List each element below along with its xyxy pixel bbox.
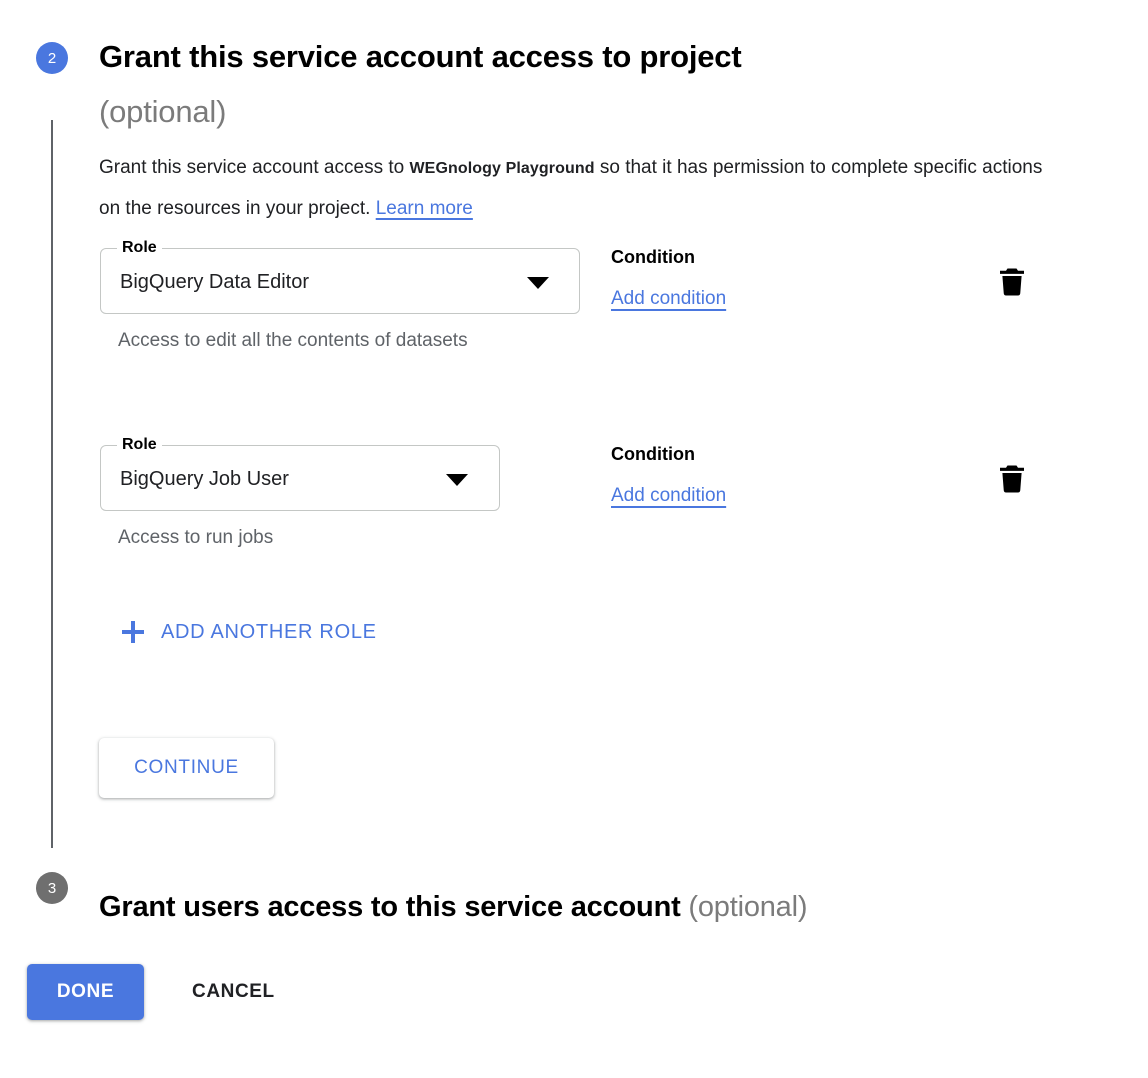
cancel-button[interactable]: CANCEL [175, 964, 292, 1020]
role-field-legend: Role [117, 238, 162, 258]
step-2-title: Grant this service account access to pro… [99, 29, 979, 139]
condition-label: Condition [611, 247, 695, 267]
plus-icon [122, 621, 144, 643]
project-name: WEGnology Playground [409, 160, 595, 177]
role-select-0[interactable]: Role BigQuery Data Editor [100, 238, 580, 314]
condition-column: Condition Add condition [611, 441, 726, 508]
description-text-before: Grant this service account access to [99, 157, 405, 178]
step-3-title-text: Grant users access to this service accou… [99, 891, 681, 924]
learn-more-link[interactable]: Learn more [376, 198, 473, 219]
role-selected-value: BigQuery Data Editor [120, 271, 309, 293]
step-3-badge: 3 [36, 872, 68, 904]
step-2-badge: 2 [36, 42, 68, 74]
role-select-1[interactable]: Role BigQuery Job User [100, 435, 500, 511]
trash-icon [1000, 465, 1024, 493]
role-help-text: Access to edit all the contents of datas… [118, 330, 468, 351]
done-button[interactable]: DONE [27, 964, 144, 1020]
chevron-down-icon [446, 474, 468, 486]
delete-role-button[interactable] [994, 461, 1030, 497]
add-condition-link[interactable]: Add condition [611, 287, 726, 311]
trash-icon [1000, 268, 1024, 296]
role-field-legend: Role [117, 435, 162, 455]
role-selected-value: BigQuery Job User [120, 468, 289, 490]
step-2-title-text: Grant this service account access to pro… [99, 38, 742, 74]
step-3-optional-label: (optional) [688, 891, 808, 924]
step-connector-line [51, 120, 53, 848]
step-2-description: Grant this service account access to WEG… [99, 148, 1047, 229]
delete-role-button[interactable] [994, 264, 1030, 300]
condition-label: Condition [611, 444, 695, 464]
add-condition-link[interactable]: Add condition [611, 484, 726, 508]
chevron-down-icon [527, 277, 549, 289]
add-another-role-button[interactable]: ADD ANOTHER ROLE [122, 612, 377, 652]
condition-column: Condition Add condition [611, 244, 726, 311]
add-another-role-label: ADD ANOTHER ROLE [161, 620, 377, 643]
continue-button[interactable]: CONTINUE [99, 738, 274, 798]
step-2-optional-label: (optional) [99, 93, 227, 129]
step-3-title: Grant users access to this service accou… [99, 885, 1099, 929]
role-help-text: Access to run jobs [118, 527, 274, 548]
